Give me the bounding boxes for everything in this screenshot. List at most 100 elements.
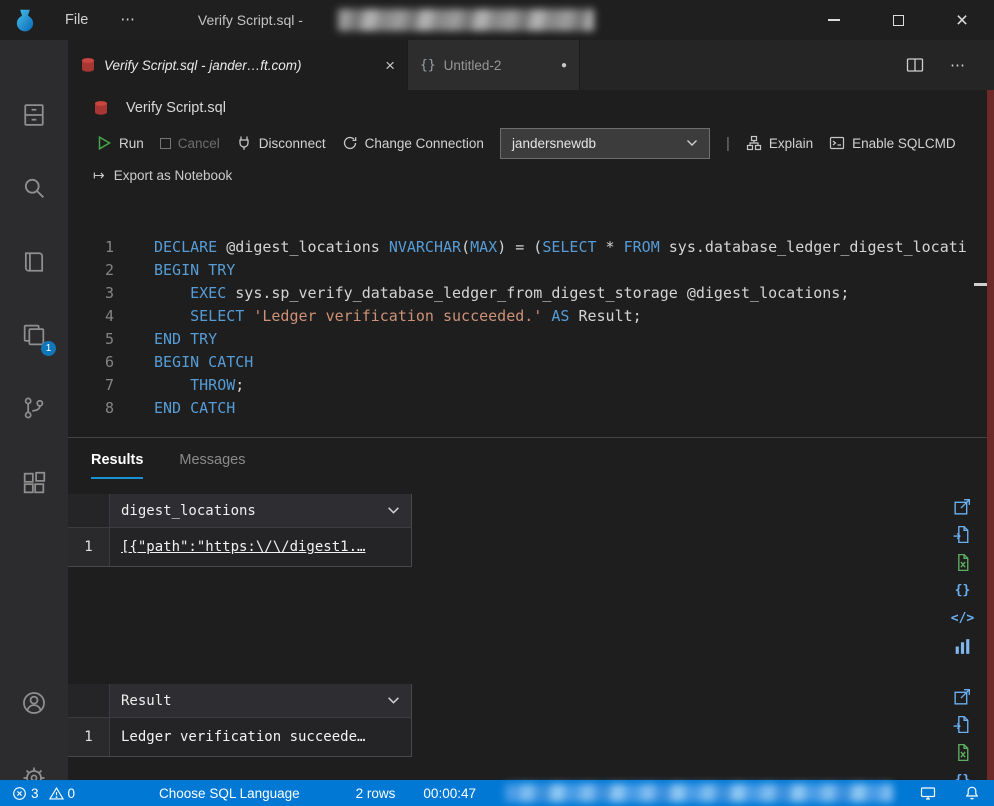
flowchart-icon [746,135,762,151]
save-excel-icon[interactable] [952,552,973,573]
enable-sqlcmd-button[interactable]: Enable SQLCMD [829,135,956,151]
language-selector[interactable]: Choose SQL Language [159,786,300,801]
status-bar: 3 0 Choose SQL Language 2 rows 00:00:47 [0,780,994,806]
code-line[interactable]: 4 SELECT 'Ledger verification succeeded.… [68,305,986,328]
row-number[interactable]: 1 [68,718,110,756]
minimize-button[interactable] [802,0,866,40]
warning-icon [49,786,64,801]
badge-count: 1 [41,341,56,356]
cancel-button[interactable]: Cancel [160,136,220,151]
line-number: 3 [68,282,114,305]
source-control-icon[interactable] [20,394,48,422]
remote-icon[interactable] [920,785,936,801]
close-tab-icon[interactable]: × [385,57,395,74]
cell-value-link[interactable]: [{"path":"https:\/\/digest1.… [110,528,411,566]
save-xml-icon[interactable]: </> [952,608,973,629]
modified-dot-icon[interactable]: ● [561,60,567,71]
tab-results[interactable]: Results [91,452,143,479]
menu-more-icon[interactable]: ⋯ [120,12,136,28]
sql-file-icon [80,57,96,73]
explain-button[interactable]: Explain [746,135,813,151]
column-header[interactable]: Result [110,684,411,718]
code-line[interactable]: 5 END TRY [68,328,986,351]
code-line[interactable]: 3 EXEC sys.sp_verify_database_ledger_fro… [68,282,986,305]
titlebar: File ⋯ Verify Script.sql - × [0,0,994,40]
result-grid-result: Result 1 Ledger verification succeede… [68,684,412,757]
tab-bar: Verify Script.sql - jander…ft.com) × {} … [68,40,994,90]
row-number[interactable]: 1 [68,528,110,566]
tab-verify-script[interactable]: Verify Script.sql - jander…ft.com) × [68,40,408,90]
code-line[interactable]: 7 THROW; [68,374,986,397]
save-csv-icon[interactable] [952,524,973,545]
more-actions-icon[interactable]: ⋯ [950,56,966,74]
code-lines: 1DECLARE @digest_locations NVARCHAR(MAX)… [68,236,986,420]
tab-label: Untitled-2 [444,58,502,73]
table-row[interactable]: 1 Ledger verification succeede… [68,718,411,756]
result-grid-digest-locations: digest_locations 1 [{"path":"https:\/\/d… [68,494,412,567]
database-selector[interactable]: jandersnewdb [500,128,710,159]
bell-icon[interactable] [964,785,980,801]
redacted-title-text [338,9,594,31]
save-json-icon[interactable]: {} [952,580,973,601]
scrollbar-strip[interactable] [987,90,994,780]
code-editor[interactable]: 1DECLARE @digest_locations NVARCHAR(MAX)… [68,190,986,466]
close-button[interactable]: × [930,0,994,40]
split-editor-icon[interactable] [905,55,925,75]
line-number: 4 [68,305,114,328]
disconnect-button[interactable]: Disconnect [236,135,326,151]
refresh-icon [342,135,358,151]
grid1-actions: {} </> [952,496,976,657]
scrollbar-marker [974,283,987,286]
code-text: END CATCH [154,397,235,420]
code-text: THROW; [154,374,244,397]
code-text: EXEC sys.sp_verify_database_ledger_from_… [154,282,849,305]
code-line[interactable]: 6 BEGIN CATCH [68,351,986,374]
code-text: SELECT 'Ledger verification succeeded.' … [154,305,642,328]
code-line[interactable]: 2BEGIN TRY [68,259,986,282]
chevron-down-icon[interactable] [387,506,400,515]
maximize-icon[interactable] [952,686,973,707]
column-header[interactable]: digest_locations [110,494,411,528]
query-toolbar: Run Cancel Disconnect Change Connection … [68,124,994,162]
change-connection-button[interactable]: Change Connection [342,135,484,151]
plug-icon [236,135,252,151]
table-row[interactable]: 1 [{"path":"https:\/\/digest1.… [68,528,411,566]
save-csv-icon[interactable] [952,714,973,735]
search-icon[interactable] [20,174,48,202]
maximize-button[interactable] [866,0,930,40]
window-controls: × [802,0,994,40]
code-line[interactable]: 1DECLARE @digest_locations NVARCHAR(MAX)… [68,236,986,259]
maximize-icon[interactable] [952,496,973,517]
window-title: Verify Script.sql - [198,12,303,28]
account-icon[interactable] [20,689,48,717]
notebooks-icon[interactable] [20,248,48,276]
line-number: 5 [68,328,114,351]
line-number: 7 [68,374,114,397]
chart-icon[interactable] [952,636,973,657]
chevron-down-icon [686,139,698,147]
app-logo-icon [12,7,38,33]
save-excel-icon[interactable] [952,742,973,763]
grid-corner-cell[interactable] [68,494,110,528]
app-window: File ⋯ Verify Script.sql - × [0,0,994,806]
code-text: BEGIN CATCH [154,351,253,374]
grid-header-row: digest_locations [68,494,411,528]
panel-divider[interactable] [68,437,994,438]
code-line[interactable]: 8END CATCH [68,397,986,420]
menu-file[interactable]: File [65,12,88,28]
grid-corner-cell[interactable] [68,684,110,718]
tab-messages[interactable]: Messages [179,452,245,479]
tab-untitled-2[interactable]: {} Untitled-2 ● [408,40,580,90]
export-as-notebook-button[interactable]: ↦ Export as Notebook [68,162,232,188]
line-number: 6 [68,351,114,374]
problems-indicator[interactable]: 3 0 [12,786,81,801]
code-text: END TRY [154,328,217,351]
explorer-pages-icon[interactable]: 1 [20,321,48,349]
chevron-down-icon[interactable] [387,696,400,705]
extensions-icon[interactable] [20,469,48,497]
run-button[interactable]: Run [96,135,144,151]
connections-icon[interactable] [20,101,48,129]
document-header: Verify Script.sql [68,92,226,124]
cell-value[interactable]: Ledger verification succeede… [110,718,411,756]
editor-group: Verify Script.sql - jander…ft.com) × {} … [68,40,994,780]
